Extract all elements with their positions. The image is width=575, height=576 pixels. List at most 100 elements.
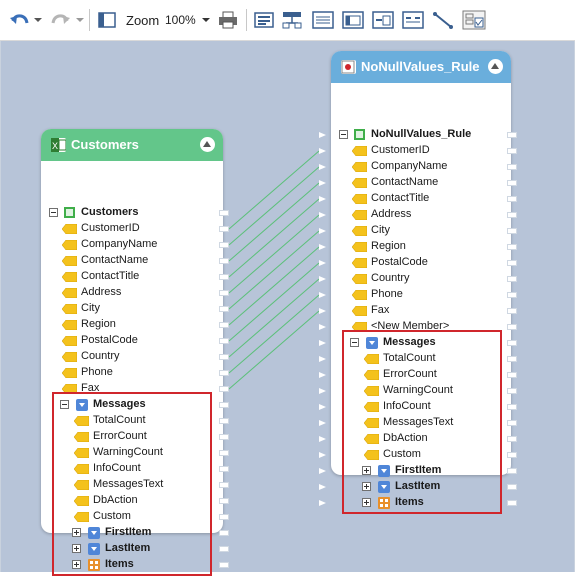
output-connector[interactable] (219, 258, 229, 264)
input-connector[interactable] (319, 340, 326, 346)
input-connector[interactable] (319, 452, 326, 458)
target-tree-item-contactname[interactable]: ContactName (331, 175, 511, 191)
source-tree-item-phone[interactable]: Phone (41, 365, 223, 381)
map-button[interactable] (400, 9, 426, 31)
output-connector[interactable] (219, 418, 229, 424)
mapping-line-address[interactable] (228, 214, 320, 294)
input-connector[interactable] (319, 212, 326, 218)
output-connector[interactable] (507, 388, 517, 394)
input-connector[interactable] (319, 420, 326, 426)
output-connector[interactable] (507, 340, 517, 346)
source-component-header[interactable]: X Customers (41, 129, 223, 161)
output-connector[interactable] (219, 562, 229, 568)
input-connector[interactable] (319, 356, 326, 362)
output-connector[interactable] (507, 228, 517, 234)
source-tree-item-contacttitle[interactable]: ContactTitle (41, 269, 223, 285)
output-connector[interactable] (507, 452, 517, 458)
target-tree-item-customerid[interactable]: CustomerID (331, 143, 511, 159)
output-connector[interactable] (507, 324, 517, 330)
output-connector[interactable] (507, 180, 517, 186)
output-connector[interactable] (219, 466, 229, 472)
input-connector[interactable] (319, 468, 326, 474)
output-connector[interactable] (507, 484, 517, 490)
input-connector[interactable] (319, 148, 326, 154)
output-connector[interactable] (219, 290, 229, 296)
collapse-icon[interactable] (488, 59, 503, 74)
mapping-line-contactname[interactable] (228, 182, 320, 262)
component-button[interactable] (340, 9, 366, 31)
output-connector[interactable] (507, 244, 517, 250)
input-connector[interactable] (319, 260, 326, 266)
output-connector[interactable] (507, 308, 517, 314)
target-tree-item-fax[interactable]: Fax (331, 303, 511, 319)
collapse-tree-icon[interactable] (339, 130, 348, 139)
source-tree-item-address[interactable]: Address (41, 285, 223, 301)
output-connector[interactable] (219, 210, 229, 216)
input-connector[interactable] (319, 436, 326, 442)
source-tree-item-customers[interactable]: Customers (41, 205, 223, 221)
target-tree-item-city[interactable]: City (331, 223, 511, 239)
target-tree-item-nonullvalues-rule[interactable]: NoNullValues_Rule (331, 127, 511, 143)
source-tree-item-city[interactable]: City (41, 301, 223, 317)
layout-tree-button[interactable] (280, 9, 304, 31)
input-connector[interactable] (319, 324, 326, 330)
target-tree-item-postalcode[interactable]: PostalCode (331, 255, 511, 271)
input-connector[interactable] (319, 500, 326, 506)
input-connector[interactable] (319, 164, 326, 170)
target-tree-item-contacttitle[interactable]: ContactTitle (331, 191, 511, 207)
target-tree-item-country[interactable]: Country (331, 271, 511, 287)
table-grid-button[interactable] (460, 9, 488, 31)
input-connector[interactable] (319, 132, 326, 138)
output-connector[interactable] (507, 356, 517, 362)
output-connector[interactable] (219, 306, 229, 312)
target-tree-item-companyname[interactable]: CompanyName (331, 159, 511, 175)
source-tree-item-country[interactable]: Country (41, 349, 223, 365)
mapping-line-customerid[interactable] (228, 150, 320, 230)
output-connector[interactable] (507, 212, 517, 218)
output-connector[interactable] (507, 260, 517, 266)
output-connector[interactable] (507, 468, 517, 474)
output-connector[interactable] (507, 404, 517, 410)
output-connector[interactable] (219, 370, 229, 376)
mapping-line-phone[interactable] (228, 294, 320, 374)
input-connector[interactable] (319, 292, 326, 298)
output-connector[interactable] (219, 338, 229, 344)
output-connector[interactable] (507, 436, 517, 442)
collapse-tree-icon[interactable] (49, 208, 58, 217)
output-connector[interactable] (507, 132, 517, 138)
input-connector[interactable] (319, 244, 326, 250)
mapping-line-postalcode[interactable] (228, 262, 320, 342)
output-connector[interactable] (507, 500, 517, 506)
input-connector[interactable] (319, 388, 326, 394)
source-tree-item-customerid[interactable]: CustomerID (41, 221, 223, 237)
output-connector[interactable] (219, 546, 229, 552)
zoom-select[interactable]: 100% (162, 11, 212, 31)
input-connector[interactable] (319, 196, 326, 202)
source-tree-item-region[interactable]: Region (41, 317, 223, 333)
input-connector[interactable] (319, 404, 326, 410)
design-canvas[interactable]: X Customers Customers CustomerID CompanyNa… (0, 41, 575, 576)
output-connector[interactable] (507, 276, 517, 282)
output-connector[interactable] (219, 450, 229, 456)
output-connector[interactable] (219, 226, 229, 232)
output-connector[interactable] (219, 498, 229, 504)
collapse-icon[interactable] (200, 137, 215, 152)
print-button[interactable] (216, 9, 240, 31)
mapping-line-companyname[interactable] (228, 166, 320, 246)
output-connector[interactable] (507, 420, 517, 426)
mapping-line-country[interactable] (228, 278, 320, 358)
mapping-line-contacttitle[interactable] (228, 198, 320, 278)
output-connector[interactable] (219, 434, 229, 440)
input-connector[interactable] (319, 308, 326, 314)
undo-button[interactable] (8, 9, 30, 31)
output-connector[interactable] (219, 482, 229, 488)
source-tree-item-postalcode[interactable]: PostalCode (41, 333, 223, 349)
target-component-header[interactable]: NoNullValues_Rule (331, 51, 511, 83)
input-connector[interactable] (319, 276, 326, 282)
target-tree-item-phone[interactable]: Phone (331, 287, 511, 303)
output-connector[interactable] (507, 164, 517, 170)
output-connector[interactable] (219, 386, 229, 392)
source-tree-item-contactname[interactable]: ContactName (41, 253, 223, 269)
input-connector[interactable] (319, 484, 326, 490)
output-connector[interactable] (219, 354, 229, 360)
